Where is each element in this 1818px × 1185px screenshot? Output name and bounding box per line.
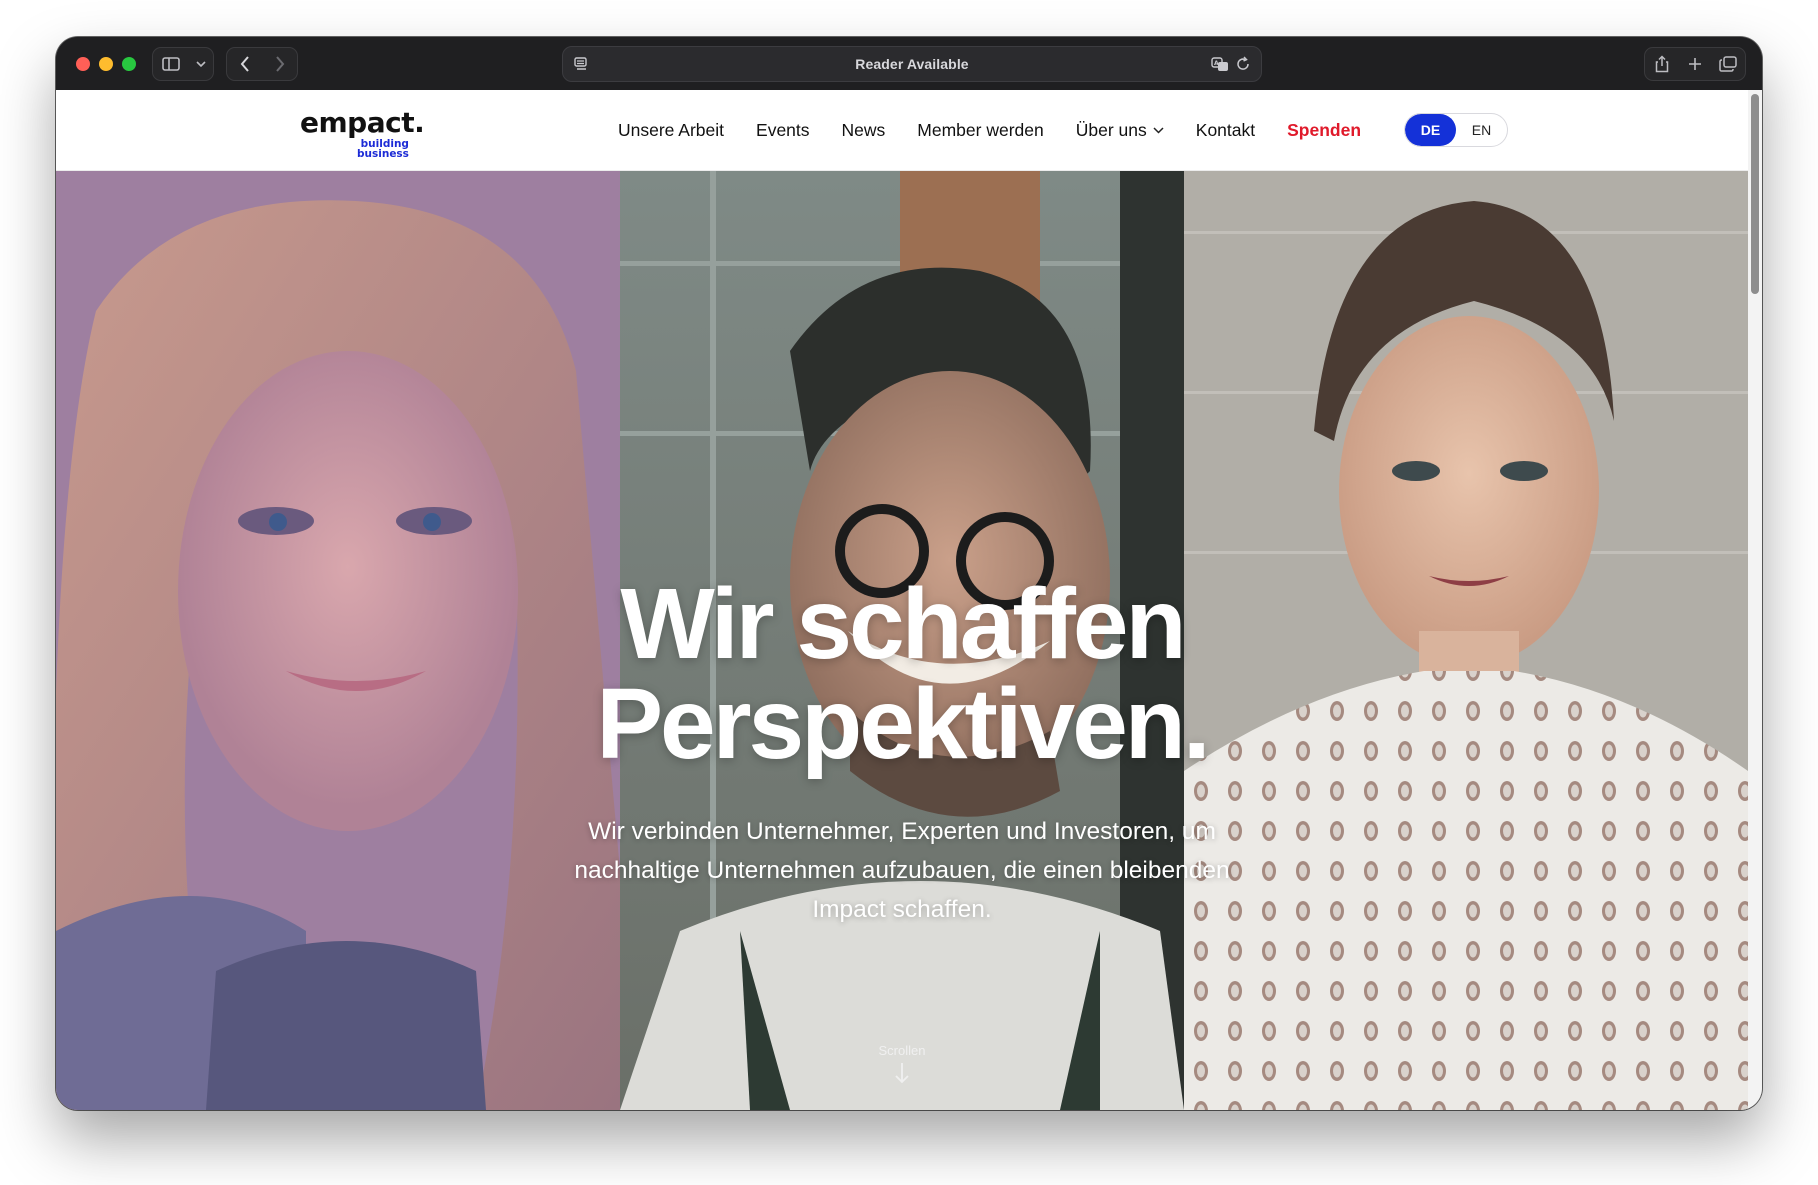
logo-tagline: building business	[357, 139, 409, 160]
language-switcher: DE EN	[1404, 113, 1508, 147]
maximize-window-button[interactable]	[122, 57, 136, 71]
lang-de-button[interactable]: DE	[1405, 114, 1456, 146]
arrow-down-icon	[895, 1063, 909, 1084]
logo-wordmark: empact.	[300, 106, 425, 139]
window-actions-group	[1644, 47, 1746, 81]
reload-icon[interactable]	[1235, 55, 1251, 76]
browser-titlebar: Reader Available A	[56, 37, 1762, 90]
nav-item-ueber-uns[interactable]: Über uns	[1076, 120, 1164, 141]
reader-icon[interactable]	[573, 56, 589, 75]
address-bar[interactable]: Reader Available A	[562, 46, 1262, 82]
address-text: Reader Available	[855, 56, 969, 72]
translate-icon[interactable]: A	[1211, 55, 1229, 76]
hero-headline-line2: Perspektiven.	[596, 668, 1210, 780]
site-logo[interactable]: empact. building business	[300, 106, 425, 160]
hero-content: Wir schaffen Perspektiven. Wir verbinden…	[56, 171, 1748, 1110]
back-icon[interactable]	[229, 48, 261, 80]
svg-text:A: A	[1214, 60, 1219, 67]
scrollbar-thumb[interactable]	[1751, 94, 1759, 294]
hero-headline: Wir schaffen Perspektiven.	[56, 574, 1748, 774]
hero-subline-line3: Impact schaffen.	[812, 896, 992, 923]
history-nav-group	[226, 47, 298, 81]
sidebar-icon[interactable]	[155, 48, 187, 80]
hero-subline-line1: Wir verbinden Unternehmer, Experten und …	[588, 818, 1216, 845]
hero-subline-line2: nachhaltige Unternehmen aufzubauen, die …	[574, 857, 1230, 884]
nav-item-ueber-uns-label: Über uns	[1075, 119, 1147, 140]
nav-item-unsere-arbeit[interactable]: Unsere Arbeit	[618, 120, 724, 141]
hero-headline-line1: Wir schaffen	[620, 568, 1186, 680]
share-icon[interactable]	[1646, 48, 1678, 80]
page-viewport: empact. building business Unsere Arbeit …	[56, 90, 1762, 1110]
hero-section: Wir schaffen Perspektiven. Wir verbinden…	[56, 171, 1748, 1110]
logo-tagline-line2: business	[357, 148, 409, 160]
nav-item-news[interactable]: News	[842, 120, 886, 141]
scroll-label: Scrollen	[878, 1043, 926, 1058]
nav-item-spenden[interactable]: Spenden	[1287, 120, 1361, 141]
site-header: empact. building business Unsere Arbeit …	[56, 90, 1748, 171]
new-tab-icon[interactable]	[1679, 48, 1711, 80]
main-nav: Unsere Arbeit Events News Member werden …	[618, 90, 1361, 170]
minimize-window-button[interactable]	[99, 57, 113, 71]
chevron-down-icon	[1153, 127, 1164, 134]
hero-subline: Wir verbinden Unternehmer, Experten und …	[527, 812, 1277, 929]
browser-window: Reader Available A empact. building busi…	[56, 37, 1762, 1110]
chevron-down-icon[interactable]	[191, 48, 211, 80]
nav-item-kontakt[interactable]: Kontakt	[1196, 120, 1255, 141]
tabs-overview-icon[interactable]	[1712, 48, 1744, 80]
nav-item-events[interactable]: Events	[756, 120, 810, 141]
scroll-indicator[interactable]: Scrollen	[852, 1043, 952, 1084]
page-scrollbar[interactable]	[1748, 90, 1762, 1110]
sidebar-toggle-group	[152, 47, 214, 81]
close-window-button[interactable]	[76, 57, 90, 71]
forward-icon[interactable]	[264, 48, 296, 80]
lang-en-button[interactable]: EN	[1456, 114, 1507, 146]
nav-item-member-werden[interactable]: Member werden	[917, 120, 1043, 141]
